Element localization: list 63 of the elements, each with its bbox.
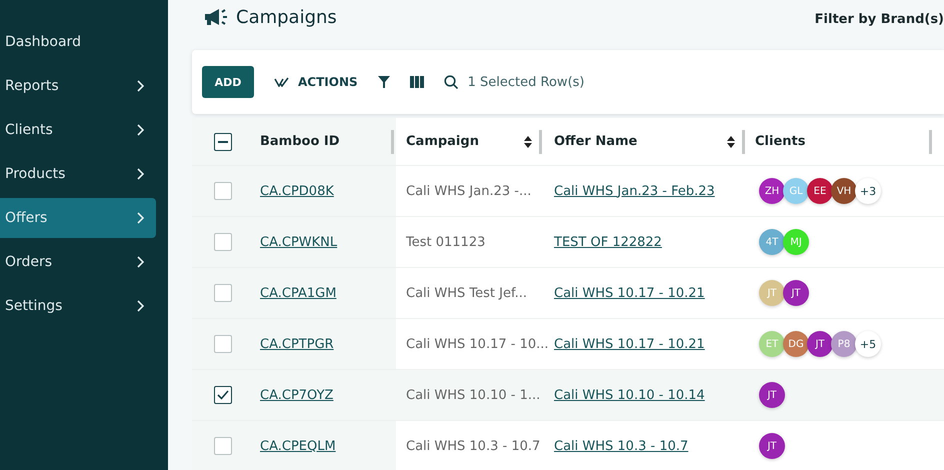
row-checkbox[interactable] bbox=[214, 437, 232, 455]
client-avatar: GL bbox=[783, 178, 809, 204]
offer-name-link[interactable]: Cali WHS 10.17 - 10.21 bbox=[554, 336, 705, 352]
client-avatar: 4T bbox=[759, 229, 785, 255]
offer-name-link[interactable]: Cali WHS Jan.23 - Feb.23 bbox=[554, 184, 715, 198]
row-checkbox[interactable] bbox=[214, 233, 232, 251]
campaign-cell-text: Cali WHS Test Jef... bbox=[405, 286, 528, 300]
search-icon[interactable] bbox=[444, 75, 458, 89]
campaign-cell-text: Cali WHS 10.17 - 10... bbox=[405, 336, 549, 352]
offer-name-link[interactable]: Cali WHS 10.3 - 10.7 bbox=[554, 438, 688, 454]
actions-button[interactable]: ACTIONS bbox=[274, 75, 358, 89]
client-avatar: VH bbox=[831, 178, 857, 204]
sidebar-item[interactable]: Dashboard bbox=[0, 22, 156, 62]
client-avatar: EE bbox=[807, 178, 833, 204]
page-title: Campaigns bbox=[236, 6, 337, 28]
client-avatar: JT bbox=[759, 382, 785, 408]
row-checkbox[interactable] bbox=[214, 284, 232, 302]
bamboo-id-link[interactable]: CA.CPD08K bbox=[260, 184, 334, 198]
more-clients-badge: +5 bbox=[855, 331, 881, 357]
columns-icon[interactable] bbox=[410, 76, 424, 88]
filter-icon[interactable] bbox=[378, 76, 390, 88]
offer-name-link[interactable]: Cali WHS 10.17 - 10.21 bbox=[554, 286, 705, 300]
client-avatar: JT bbox=[783, 280, 809, 306]
sidebar-item[interactable]: Products bbox=[0, 154, 156, 194]
sidebar-item[interactable]: Clients bbox=[0, 110, 156, 150]
sidebar-item[interactable]: Reports bbox=[0, 66, 156, 106]
column-header[interactable]: Bamboo ID bbox=[260, 134, 340, 149]
client-avatar: JT bbox=[807, 331, 833, 357]
client-avatar: ET bbox=[759, 331, 785, 357]
filter-label: Filter by Brand(s) bbox=[814, 10, 944, 26]
sidebar-item[interactable]: Settings bbox=[0, 286, 156, 326]
selection-count: 1 Selected Row(s) bbox=[468, 74, 584, 90]
double-check-icon bbox=[274, 77, 290, 87]
client-avatar: JT bbox=[759, 433, 785, 459]
bamboo-id-link[interactable]: CA.CPTPGR bbox=[260, 336, 334, 352]
client-avatar: DG bbox=[783, 331, 809, 357]
campaign-cell-text: Cali WHS Jan.23 -... bbox=[405, 184, 532, 198]
sidebar-item[interactable]: Orders bbox=[0, 242, 156, 282]
bamboo-id-link[interactable]: CA.CPWKNL bbox=[260, 234, 338, 250]
offer-name-link[interactable]: Cali WHS 10.10 - 10.14 bbox=[554, 388, 705, 402]
column-header[interactable]: Campaign bbox=[406, 134, 479, 149]
add-button[interactable]: ADD bbox=[202, 66, 254, 98]
column-header[interactable]: Clients bbox=[755, 134, 806, 149]
campaign-cell-text: Cali WHS 10.3 - 10.7 bbox=[405, 438, 540, 454]
client-avatar: MJ bbox=[783, 229, 809, 255]
select-all-checkbox[interactable] bbox=[214, 132, 232, 150]
bamboo-id-link[interactable]: CA.CPEQLM bbox=[260, 438, 336, 454]
more-clients-badge: +3 bbox=[855, 178, 881, 204]
sidebar-item[interactable]: Offers bbox=[0, 198, 156, 238]
campaign-cell-text: Test 011123 bbox=[405, 234, 486, 250]
column-header[interactable]: Offer Name bbox=[554, 134, 638, 149]
row-checkbox[interactable] bbox=[214, 335, 232, 353]
client-avatar: ZH bbox=[759, 178, 785, 204]
offer-name-link[interactable]: TEST OF 122822 bbox=[554, 234, 662, 250]
check-icon bbox=[217, 390, 229, 400]
campaign-cell-text: Cali WHS 10.10 - 1... bbox=[405, 388, 540, 402]
bamboo-id-link[interactable]: CA.CPA1GM bbox=[260, 286, 336, 300]
row-checkbox[interactable] bbox=[214, 386, 232, 404]
megaphone-icon bbox=[204, 7, 230, 27]
bamboo-id-link[interactable]: CA.CP7OYZ bbox=[260, 388, 334, 402]
client-avatar: P8 bbox=[831, 331, 857, 357]
row-checkbox[interactable] bbox=[214, 182, 232, 200]
client-avatar: JT bbox=[759, 280, 785, 306]
